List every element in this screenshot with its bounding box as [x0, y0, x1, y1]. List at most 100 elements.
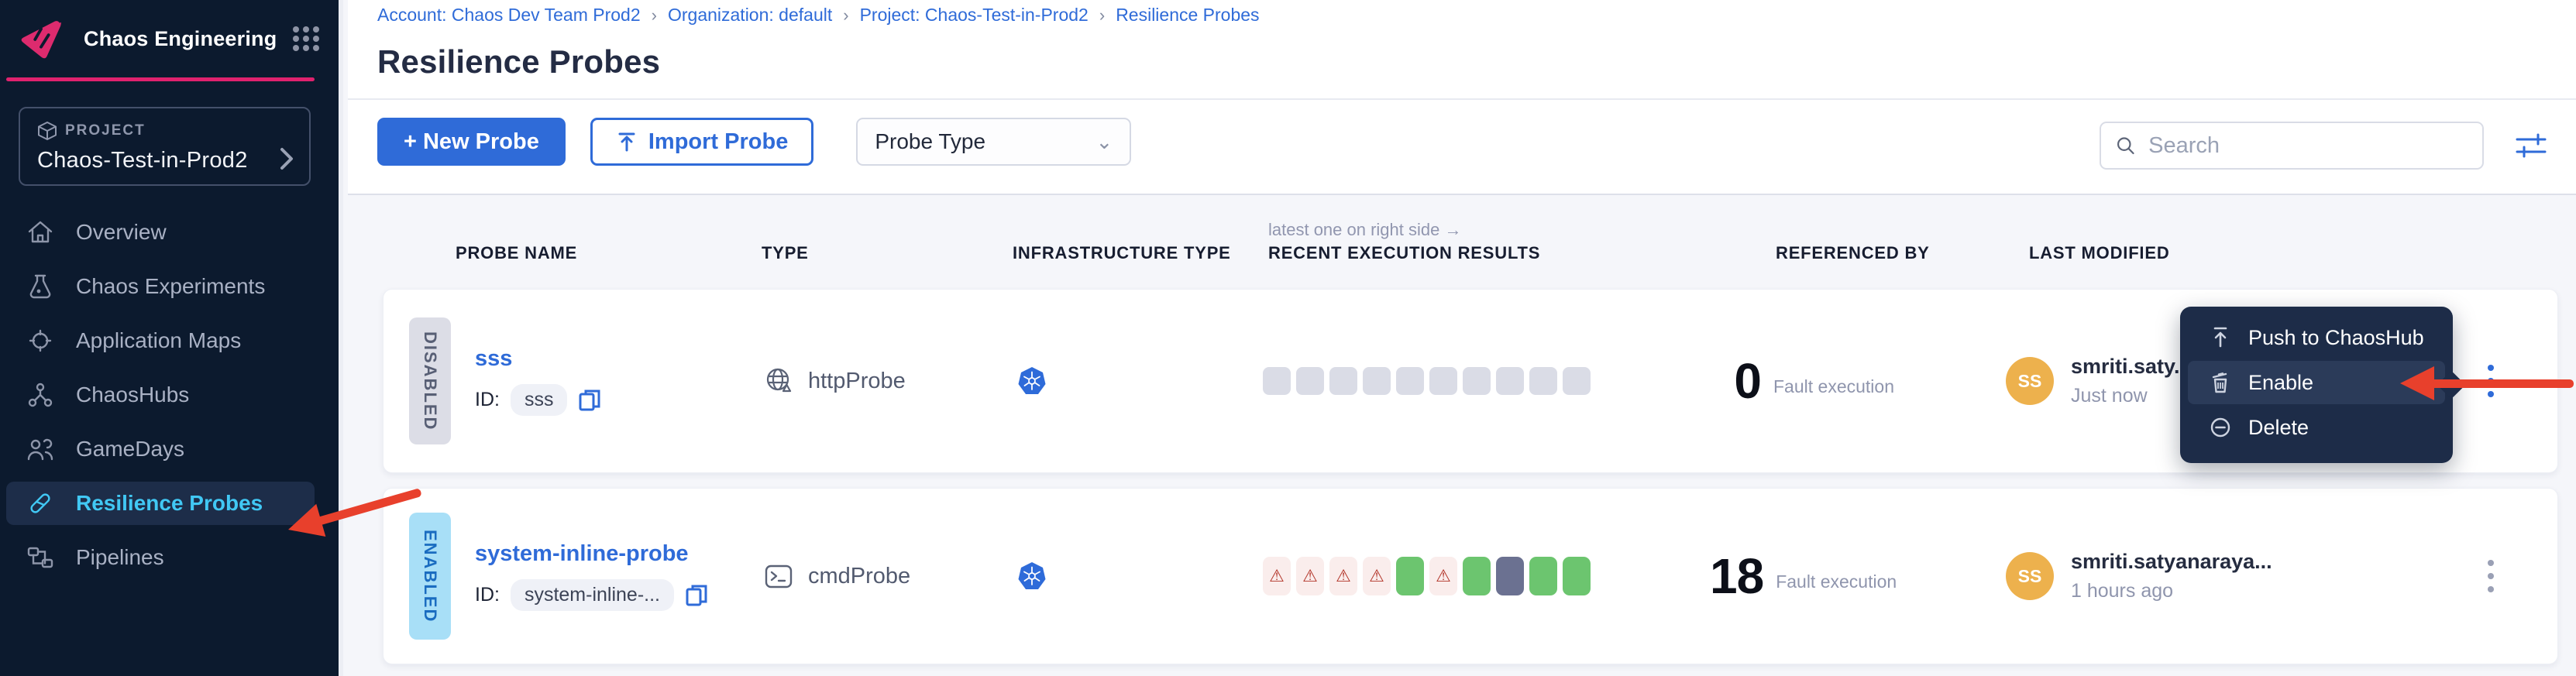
- breadcrumb-current-page[interactable]: Resilience Probes: [1116, 5, 1259, 26]
- new-probe-button[interactable]: + New Probe: [377, 118, 566, 166]
- modified-time: 1 hours ago: [2071, 580, 2272, 602]
- breadcrumb-account-link[interactable]: Account: Chaos Dev Team Prod2: [377, 5, 641, 26]
- column-header-probe-name: PROBE NAME: [456, 243, 577, 263]
- target-icon: [25, 325, 56, 356]
- breadcrumb: Account: Chaos Dev Team Prod2 › Organiza…: [377, 5, 1260, 26]
- recent-execution-results: ⚠⚠⚠⚠⚠: [1263, 489, 1591, 664]
- breadcrumb-organization-link[interactable]: Organization: default: [668, 5, 832, 26]
- import-probe-button-label: Import Probe: [648, 129, 788, 155]
- globe-icon: [763, 365, 794, 396]
- chaos-engineering-app: Chaos Engineering PROJECT Chaos-Test-in-…: [0, 0, 2576, 676]
- referenced-label: Fault execution: [1773, 376, 1894, 397]
- import-probe-button[interactable]: Import Probe: [590, 118, 813, 166]
- execution-result-empty: [1463, 367, 1491, 395]
- last-modified-cell: SS smriti.saty... Just now: [2006, 290, 2191, 472]
- chevron-right-icon: [278, 147, 295, 170]
- execution-result-empty: [1496, 367, 1524, 395]
- modified-by-user: smriti.saty...: [2071, 355, 2191, 379]
- id-label: ID:: [475, 389, 500, 411]
- breadcrumb-project-link[interactable]: Project: Chaos-Test-in-Prod2: [860, 5, 1089, 26]
- row-actions-menu-button[interactable]: [2488, 489, 2494, 664]
- column-header-type: TYPE: [762, 243, 809, 263]
- sidebar-item-resilience-probes[interactable]: Resilience Probes: [6, 482, 315, 525]
- menu-item-label: Push to ChaosHub: [2248, 326, 2424, 350]
- execution-result-empty: [1529, 367, 1557, 395]
- execution-result-empty: [1329, 367, 1357, 395]
- menu-item-label: Enable: [2248, 371, 2313, 395]
- push-icon: [2208, 325, 2233, 350]
- breadcrumb-separator: ›: [652, 5, 657, 26]
- modified-time: Just now: [2071, 385, 2191, 407]
- sidebar-item-label: Application Maps: [76, 328, 241, 353]
- execution-result-na: [1496, 557, 1524, 595]
- pipeline-icon: [25, 542, 56, 573]
- execution-result-empty: [1429, 367, 1457, 395]
- chevron-down-icon: ⌄: [1096, 130, 1113, 154]
- sidebar-item-label: GameDays: [76, 437, 184, 462]
- menu-item-delete[interactable]: Delete: [2188, 406, 2445, 449]
- execution-result-fail: ⚠: [1329, 557, 1357, 595]
- probe-type-dropdown-label: Probe Type: [875, 129, 985, 154]
- probe-name-link[interactable]: system-inline-probe: [475, 541, 689, 567]
- home-icon: [25, 217, 56, 248]
- project-selector[interactable]: PROJECT Chaos-Test-in-Prod2: [19, 107, 311, 186]
- status-badge-disabled: DISABLED: [409, 317, 451, 444]
- menu-item-enable[interactable]: Enable: [2188, 361, 2445, 404]
- sidebar-item-label: Resilience Probes: [76, 491, 263, 516]
- breadcrumb-separator: ›: [1099, 5, 1105, 26]
- kubernetes-icon: [1016, 365, 1047, 396]
- sidebar-item-label: Pipelines: [76, 545, 164, 570]
- toolbar: + New Probe Import Probe Probe Type ⌄: [377, 118, 1131, 166]
- search-icon: [2115, 134, 2136, 157]
- execution-result-fail: ⚠: [1363, 557, 1391, 595]
- copy-icon[interactable]: [685, 583, 708, 608]
- sidebar: Chaos Engineering PROJECT Chaos-Test-in-…: [0, 0, 343, 676]
- filter-sliders-icon[interactable]: [2514, 129, 2548, 163]
- sidebar-accent-divider: [6, 77, 315, 81]
- probe-id-value: system-inline-...: [511, 579, 674, 611]
- sidebar-item-overview[interactable]: Overview: [6, 211, 315, 254]
- kubernetes-icon: [1016, 561, 1047, 592]
- probe-type-dropdown[interactable]: Probe Type ⌄: [856, 118, 1131, 166]
- execution-result-fail: ⚠: [1263, 557, 1291, 595]
- sidebar-item-pipelines[interactable]: Pipelines: [6, 536, 315, 579]
- execution-result-pass: [1563, 557, 1591, 595]
- referenced-by-cell: 0 Fault execution: [1710, 290, 1894, 472]
- menu-item-push-to-chaoshub[interactable]: Push to ChaosHub: [2188, 316, 2445, 359]
- row-actions-menu-button[interactable]: [2488, 290, 2494, 472]
- referenced-label: Fault execution: [1776, 571, 1897, 592]
- probe-name-cell: sss ID: sss: [475, 290, 601, 472]
- sidebar-item-chaos-experiments[interactable]: Chaos Experiments: [6, 265, 315, 308]
- execution-result-empty: [1396, 367, 1424, 395]
- column-header-infrastructure-type: INFRASTRUCTURE TYPE: [1013, 243, 1231, 263]
- execution-results-hint: latest one on right side →: [1268, 220, 1461, 240]
- hub-icon: [25, 379, 56, 410]
- execution-result-pass: [1396, 557, 1424, 595]
- avatar: SS: [2006, 357, 2054, 405]
- sidebar-item-label: Overview: [76, 220, 167, 245]
- referenced-count: 18: [1710, 547, 1763, 605]
- harness-chaos-logo-icon: [19, 17, 64, 60]
- app-title: Chaos Engineering: [84, 27, 292, 51]
- sidebar-item-chaoshubs[interactable]: ChaosHubs: [6, 373, 315, 417]
- copy-icon[interactable]: [578, 388, 601, 413]
- sidebar-item-gamedays[interactable]: GameDays: [6, 427, 315, 471]
- sidebar-item-application-maps[interactable]: Application Maps: [6, 319, 315, 362]
- project-label: PROJECT: [65, 122, 146, 139]
- id-label: ID:: [475, 584, 500, 606]
- sidebar-nav: Overview Chaos Experiments Application M…: [6, 211, 315, 590]
- search-input[interactable]: [2148, 133, 2468, 159]
- execution-result-empty: [1363, 367, 1391, 395]
- terminal-icon: [763, 561, 794, 592]
- modified-by-user: smriti.satyanaraya...: [2071, 550, 2272, 574]
- probe-name-link[interactable]: sss: [475, 346, 512, 372]
- last-modified-cell: SS smriti.satyanaraya... 1 hours ago: [2006, 489, 2272, 664]
- status-badge-enabled: ENABLED: [409, 513, 451, 640]
- module-grid-icon[interactable]: [292, 26, 320, 52]
- infrastructure-type-cell: [1016, 489, 1047, 664]
- sidebar-item-label: ChaosHubs: [76, 383, 189, 407]
- column-header-last-modified: LAST MODIFIED: [2029, 243, 2170, 263]
- table-row-system-inline-probe[interactable]: ENABLED system-inline-probe ID: system-i…: [383, 488, 2558, 664]
- execution-result-fail: ⚠: [1429, 557, 1457, 595]
- execution-result-empty: [1263, 367, 1291, 395]
